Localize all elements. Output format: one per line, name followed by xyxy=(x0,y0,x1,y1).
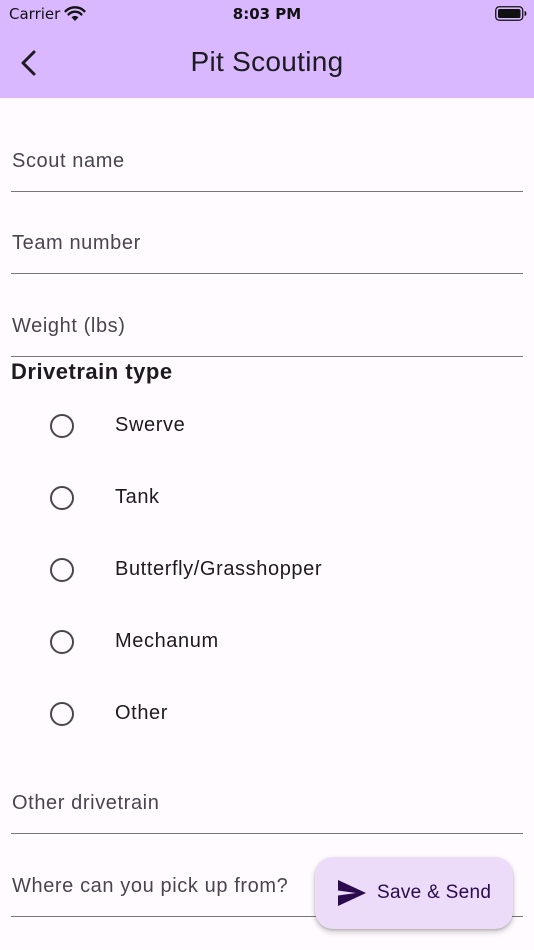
status-time: 8:03 PM xyxy=(232,5,302,23)
radio-label: Tank xyxy=(115,486,160,508)
radio-option-other[interactable]: Other xyxy=(40,686,520,742)
team-number-label: Team number xyxy=(12,232,141,254)
radio-option-swerve[interactable]: Swerve xyxy=(40,398,520,454)
radio-option-butterfly[interactable]: Butterfly/Grasshopper xyxy=(40,542,520,598)
status-bar: Carrier 8:03 PM xyxy=(0,0,534,28)
save-send-button[interactable]: Save & Send xyxy=(315,857,513,929)
save-send-label: Save & Send xyxy=(377,882,492,903)
radio-button[interactable] xyxy=(50,702,74,726)
battery-icon xyxy=(495,6,527,21)
scout-name-label: Scout name xyxy=(12,150,125,172)
page-title: Pit Scouting xyxy=(190,46,344,77)
radio-button[interactable] xyxy=(50,486,74,510)
radio-button[interactable] xyxy=(50,630,74,654)
send-icon xyxy=(338,880,366,906)
radio-button[interactable] xyxy=(50,558,74,582)
team-number-field[interactable]: Team number xyxy=(11,192,523,274)
other-drivetrain-field[interactable]: Other drivetrain xyxy=(11,752,523,834)
radio-button[interactable] xyxy=(50,414,74,438)
scout-name-field[interactable]: Scout name xyxy=(11,110,523,192)
weight-field[interactable]: Weight (lbs) xyxy=(11,275,523,357)
radio-label: Mechanum xyxy=(115,630,219,652)
weight-label: Weight (lbs) xyxy=(12,315,126,337)
radio-label: Butterfly/Grasshopper xyxy=(115,558,323,580)
app-bar: Pit Scouting xyxy=(0,28,534,98)
radio-label: Swerve xyxy=(115,414,186,436)
other-drivetrain-label: Other drivetrain xyxy=(12,792,160,814)
radio-label: Other xyxy=(115,702,169,724)
pickup-label: Where can you pick up from? xyxy=(12,875,289,897)
radio-option-tank[interactable]: Tank xyxy=(40,470,520,526)
radio-option-mechanum[interactable]: Mechanum xyxy=(40,614,520,670)
drivetrain-heading: Drivetrain type xyxy=(11,359,173,384)
